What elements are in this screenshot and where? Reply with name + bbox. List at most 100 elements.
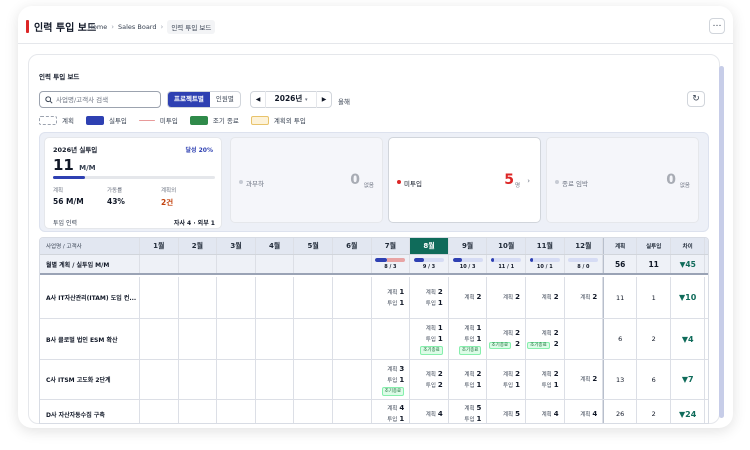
month-cell[interactable]: 계획 4 투입 1 <box>372 400 411 423</box>
month-summary-cell: 8 / 0 <box>565 255 604 273</box>
month-cell[interactable] <box>256 319 295 359</box>
month-cell[interactable] <box>256 400 295 423</box>
month-cell[interactable]: 계획 2 <box>526 277 565 318</box>
month-cell[interactable]: 계획 5 <box>487 400 526 423</box>
month-cell[interactable]: 계획 2 조기종료 2 <box>526 319 565 359</box>
project-name[interactable]: D사 자산자동수집 구축 <box>40 400 140 423</box>
project-name[interactable]: A사 IT자산관리(ITAM) 도입 컨... <box>40 277 140 318</box>
month-cell[interactable] <box>217 277 256 318</box>
header-month[interactable]: 5월 <box>294 238 333 254</box>
month-cell[interactable]: 계획 2 투입 2 <box>410 360 449 399</box>
month-cell[interactable] <box>333 277 372 318</box>
tab-by-person[interactable]: 인원별 <box>210 92 240 107</box>
header-month[interactable]: 1월 <box>140 238 179 254</box>
month-cell[interactable] <box>140 319 179 359</box>
header-month[interactable]: 9월 <box>449 238 488 254</box>
month-cell[interactable] <box>372 319 411 359</box>
header-month[interactable]: 11월 <box>526 238 565 254</box>
next-year-button[interactable]: ▶ <box>317 96 331 103</box>
month-cell[interactable] <box>140 360 179 399</box>
month-cell[interactable] <box>140 400 179 423</box>
header-month[interactable]: 4월 <box>256 238 295 254</box>
month-cell[interactable] <box>217 360 256 399</box>
plan-value: 4 <box>437 409 443 418</box>
month-cell[interactable] <box>333 360 372 399</box>
legend-early-end: 조기 종료 <box>189 115 239 125</box>
header-month[interactable]: 6월 <box>333 238 372 254</box>
plan-value: 5 <box>476 404 482 412</box>
header-month[interactable]: 10월 <box>487 238 526 254</box>
month-cell[interactable]: 계획 2 투입 1 <box>410 277 449 318</box>
month-cell[interactable] <box>217 319 256 359</box>
more-menu-button[interactable]: … <box>709 18 725 34</box>
year-select[interactable]: 2026년 ▾ <box>265 91 317 108</box>
legend-swatch <box>250 115 269 125</box>
breadcrumb-home[interactable]: Home <box>88 23 107 31</box>
row-plan-value: 6 <box>618 335 623 343</box>
month-cell[interactable] <box>179 360 218 399</box>
actual-value: 2 <box>437 380 443 389</box>
header-month[interactable]: 12월 <box>565 238 604 254</box>
month-cell[interactable]: 계획 2 투입 1 <box>449 360 488 399</box>
month-progress-fill <box>529 258 533 262</box>
month-summary-value: 8 / 0 <box>577 264 590 270</box>
month-cell[interactable] <box>294 400 333 423</box>
scrollbar[interactable] <box>719 66 724 418</box>
month-cell[interactable]: 계획 4 <box>410 400 449 423</box>
status-card-not-deployed[interactable]: 미투입 5 명 › <box>388 137 541 223</box>
month-cell[interactable]: 계획 2 <box>565 360 604 399</box>
table-row[interactable]: D사 자산자동수집 구축 계획 4 투입 1 계획 4 계획 5 투입 1 계획 5 계획 4 계획 4 26 2 ▼… <box>40 400 708 423</box>
month-cell[interactable]: 계획 2 투입 1 <box>526 360 565 399</box>
month-cell[interactable]: 계획 3 투입 1 조기종료 <box>372 360 411 399</box>
refresh-button[interactable]: ↻ <box>687 91 705 107</box>
month-cell[interactable] <box>333 319 372 359</box>
month-cell[interactable]: 계획 2 <box>449 277 488 318</box>
this-year-link[interactable]: 올해 <box>338 96 350 106</box>
prev-year-button[interactable]: ◀ <box>251 96 265 103</box>
plan-line: 계획 2 <box>464 369 481 380</box>
table-row[interactable]: A사 IT자산관리(ITAM) 도입 컨... 계획 1 투입 1 계획 2 투입 1 계획 2 계획… <box>40 277 708 319</box>
month-cell[interactable] <box>294 319 333 359</box>
month-cell[interactable]: 계획 2 조기종료 2 <box>487 319 526 359</box>
plan-value: 2 <box>592 375 598 383</box>
project-name[interactable]: C사 ITSM 고도화 2단계 <box>40 360 140 399</box>
month-cell[interactable]: 계획 2 <box>487 277 526 318</box>
header-month[interactable]: 7월 <box>372 238 411 254</box>
month-cell[interactable]: 계획 4 <box>565 400 604 423</box>
month-cell[interactable]: 계획 2 투입 1 <box>487 360 526 399</box>
month-cell[interactable]: 계획 5 투입 1 <box>449 400 488 423</box>
plan-line: 계획 2 <box>580 374 597 385</box>
month-cell[interactable] <box>179 319 218 359</box>
month-cell[interactable]: 계획 1 투입 1 조기종료 <box>449 319 488 359</box>
month-cell[interactable]: 계획 1 투입 1 조기종료 <box>410 319 449 359</box>
month-cell[interactable]: 계획 1 투입 1 <box>372 277 411 318</box>
month-cell[interactable] <box>333 400 372 423</box>
table-row[interactable]: C사 ITSM 고도화 2단계 계획 3 투입 1 조기종료 계획 2 투입 2 계획 2 투입 1 계획 2… <box>40 360 708 400</box>
header-month[interactable]: 2월 <box>179 238 218 254</box>
month-cell[interactable] <box>294 277 333 318</box>
summary-label: 2026년 실투입 <box>53 146 98 154</box>
month-cell[interactable] <box>565 319 604 359</box>
breadcrumb-sales-board[interactable]: Sales Board <box>118 23 156 31</box>
month-cell[interactable] <box>294 360 333 399</box>
status-card-ending-soon[interactable]: 종료 임박 0 없음 <box>546 137 699 223</box>
table-row[interactable]: B사 클로벌 법인 ESM 확산 계획 1 투입 1 조기종료 계획 1 투입 1 조기종료 계획 2 조… <box>40 319 708 360</box>
month-cell[interactable]: 계획 2 <box>565 277 604 318</box>
month-cell[interactable] <box>256 277 295 318</box>
scrollbar-thumb[interactable] <box>719 66 724 418</box>
month-cell[interactable] <box>179 277 218 318</box>
project-name[interactable]: B사 클로벌 법인 ESM 확산 <box>40 319 140 359</box>
month-cell[interactable] <box>140 277 179 318</box>
status-card-overload[interactable]: 과부하 0 없음 <box>230 137 383 223</box>
tab-by-project[interactable]: 프로젝트별 <box>168 92 210 107</box>
header-month[interactable]: 3월 <box>217 238 256 254</box>
actual-line: 투입 1 <box>464 380 481 391</box>
header-month[interactable]: 8월 <box>410 238 449 254</box>
month-cell[interactable] <box>179 400 218 423</box>
search-input[interactable] <box>56 94 156 105</box>
search-box[interactable] <box>39 91 161 108</box>
month-cell[interactable]: 계획 4 <box>526 400 565 423</box>
month-summary-cell <box>294 255 333 273</box>
month-cell[interactable] <box>217 400 256 423</box>
month-cell[interactable] <box>256 360 295 399</box>
